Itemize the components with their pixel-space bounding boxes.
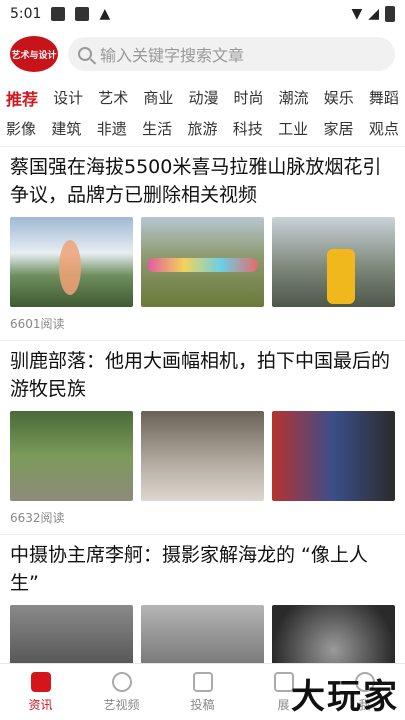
article-title[interactable]: 中摄协主席李舸：摄影家解海龙的 “像上人生” [10,541,395,597]
video-icon [111,671,132,692]
category-tab[interactable]: 商业 [143,87,173,108]
article-images [10,217,395,307]
read-count: 6601阅读 [10,317,65,331]
article-image[interactable] [141,217,264,307]
tab-video[interactable]: 艺视频 [87,671,157,713]
tab-news[interactable]: 资讯 [6,671,76,713]
category-tab[interactable]: 观点 [369,118,399,139]
category-tab[interactable]: 家居 [324,118,354,139]
logo-text: 艺术与设计 [11,50,57,61]
article-title[interactable]: 驯鹿部落：他用大画幅相机，拍下中国最后的游牧民族 [10,347,395,403]
article-card[interactable]: 驯鹿部落：他用大画幅相机，拍下中国最后的游牧民族 6632阅读 [0,341,405,535]
watermark: 大玩家 [291,677,399,717]
tab-submit[interactable]: 投稿 [168,671,238,713]
tab-label: 艺视频 [103,697,140,712]
submit-icon [192,671,213,692]
article-image[interactable] [10,217,133,307]
wifi-icon: ▼ [351,6,363,22]
category-row-2: 影像 建筑 非遗 生活 旅游 科技 工业 家居 观点 [6,113,399,144]
category-tab[interactable]: 科技 [233,118,263,139]
category-tab[interactable]: 工业 [278,118,308,139]
category-tab[interactable]: 时尚 [234,87,264,108]
category-tab[interactable]: 旅游 [187,118,217,139]
status-bar: 5:01 ▲ ▼ ◢ [0,0,405,28]
tab-label: 资讯 [28,697,53,712]
category-tab[interactable]: 艺术 [98,87,128,108]
news-icon [30,671,51,692]
article-image[interactable] [10,411,133,501]
article-title[interactable]: 蔡国强在海拔5500米喜马拉雅山脉放烟花引争议，品牌方已删除相关视频 [10,153,395,209]
app-icon [75,7,90,21]
category-tab[interactable]: 建筑 [51,118,81,139]
app-logo[interactable]: 艺术与设计 [10,36,58,72]
category-tab[interactable]: 潮流 [279,87,309,108]
category-tab[interactable]: 设计 [53,87,83,108]
tab-label: 投稿 [190,697,215,712]
category-row-1: 推荐 设计 艺术 商业 动漫 时尚 潮流 娱乐 舞蹈 [6,82,399,113]
article-image[interactable] [141,411,264,501]
header: 艺术与设计 输入关键字搜索文章 [0,28,405,80]
article-image[interactable] [272,411,395,501]
category-tab[interactable]: 影像 [6,118,36,139]
category-nav: 推荐 设计 艺术 商业 动漫 时尚 潮流 娱乐 舞蹈 影像 建筑 非遗 生活 旅… [0,80,405,144]
category-tab[interactable]: 舞蹈 [369,87,399,108]
category-tab[interactable]: 娱乐 [324,87,354,108]
warning-icon: ▲ [99,6,111,22]
article-images [10,411,395,501]
read-count: 6632阅读 [10,511,65,525]
article-card[interactable]: 蔡国强在海拔5500米喜马拉雅山脉放烟花引争议，品牌方已删除相关视频 6601阅… [0,147,405,341]
search-bar[interactable]: 输入关键字搜索文章 [68,37,395,71]
search-placeholder: 输入关键字搜索文章 [100,46,245,65]
signal-icon: ◢ [368,6,379,22]
battery-icon [385,6,395,22]
category-tab[interactable]: 动漫 [188,87,218,108]
category-tab[interactable]: 生活 [142,118,172,139]
status-time: 5:01 [10,6,42,22]
tab-label: 展 [277,697,290,712]
article-image[interactable] [272,217,395,307]
search-icon [78,47,92,61]
category-tab[interactable]: 非遗 [97,118,127,139]
notification-icon [51,7,66,21]
category-tab[interactable]: 推荐 [6,86,38,110]
